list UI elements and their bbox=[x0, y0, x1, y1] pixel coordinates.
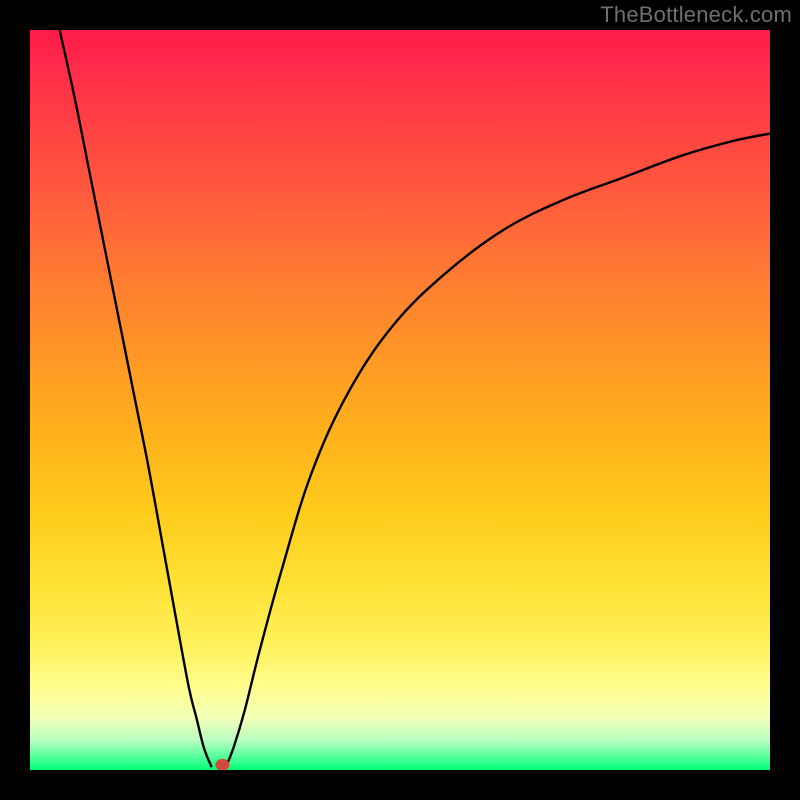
plot-area bbox=[30, 30, 770, 770]
chart-frame: TheBottleneck.com bbox=[0, 0, 800, 800]
curve-left-branch bbox=[60, 30, 212, 766]
watermark-text: TheBottleneck.com bbox=[600, 2, 792, 28]
curve-right-branch bbox=[226, 134, 770, 767]
curve-layer bbox=[30, 30, 770, 770]
minimum-marker bbox=[216, 759, 229, 770]
